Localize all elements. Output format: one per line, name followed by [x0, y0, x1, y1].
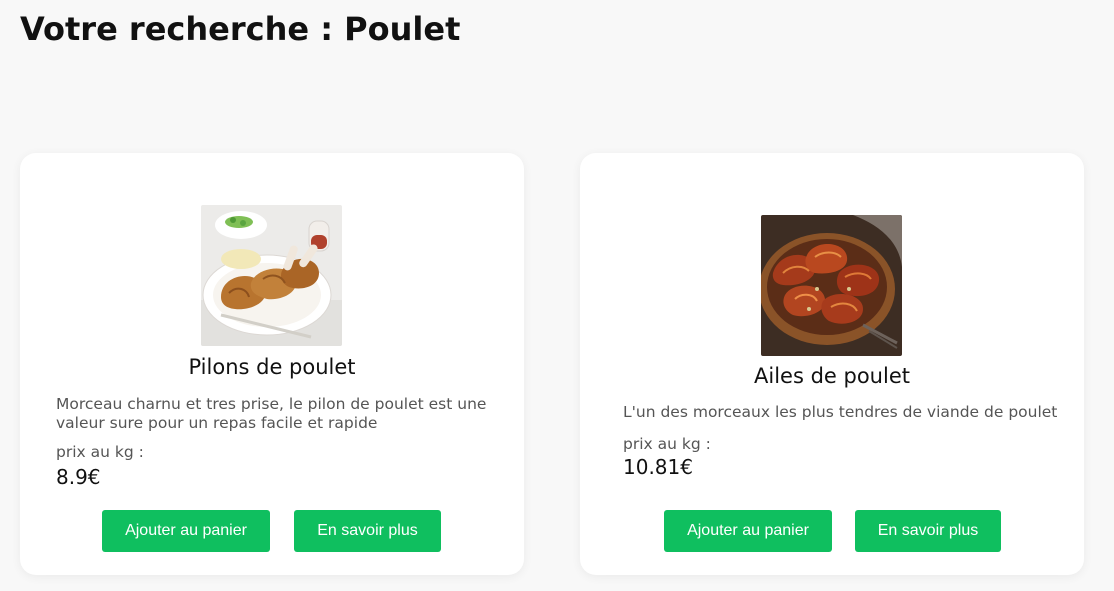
price-value: 8.9€ — [56, 465, 101, 489]
add-to-cart-button[interactable]: Ajouter au panier — [664, 510, 832, 552]
product-description: Morceau charnu et tres prise, le pilon d… — [56, 395, 487, 432]
price-label: prix au kg : — [56, 443, 144, 461]
add-to-cart-button[interactable]: Ajouter au panier — [102, 510, 270, 552]
product-name: Pilons de poulet — [188, 355, 356, 379]
product-card: Pilons de poulet Morceau charnu et tres … — [20, 153, 524, 575]
page-title: Votre recherche : Poulet — [20, 10, 461, 48]
product-name: Ailes de poulet — [754, 364, 910, 388]
product-description: L'un des morceaux les plus tendres de vi… — [623, 403, 1058, 421]
price-value: 10.81€ — [623, 455, 693, 479]
learn-more-button[interactable]: En savoir plus — [294, 510, 441, 552]
search-results-page: Votre recherche : Poulet Pilons de poule… — [0, 0, 1114, 591]
product-image-drumsticks[interactable] — [201, 205, 342, 346]
learn-more-button[interactable]: En savoir plus — [855, 510, 1001, 552]
product-image-wings[interactable] — [761, 215, 902, 356]
price-label: prix au kg : — [623, 435, 711, 453]
product-card: Ailes de poulet L'un des morceaux les pl… — [580, 153, 1084, 575]
